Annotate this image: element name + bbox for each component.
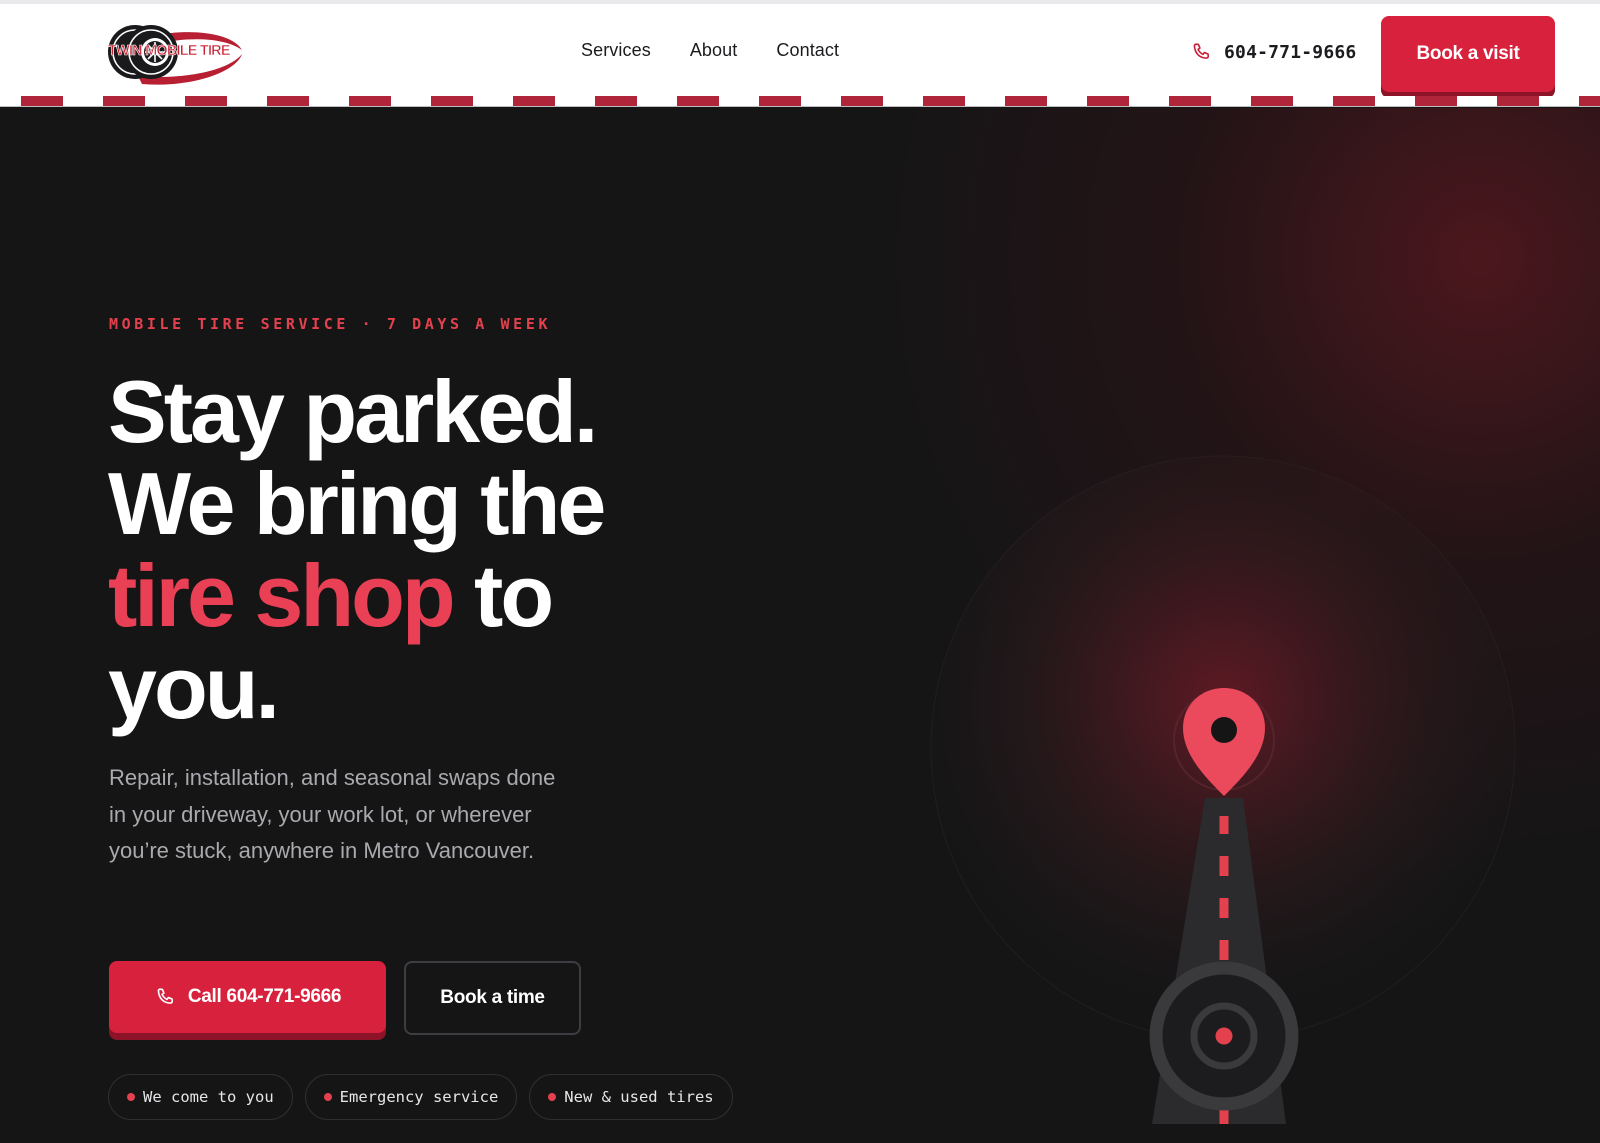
header-phone-link[interactable]: 604-771-9666: [1190, 41, 1356, 63]
hero-subtext: Repair, installation, and seasonal swaps…: [109, 765, 556, 863]
headline-line-3-rest: to: [452, 546, 554, 645]
checkered-divider: [0, 96, 1600, 107]
nav-link-contact[interactable]: Contact: [776, 40, 839, 61]
feature-pill-label: New & used tires: [564, 1088, 714, 1106]
hero-headline: Stay parked. We bring the tire shop to y…: [108, 366, 808, 734]
main-nav: Services About Contact: [581, 40, 839, 61]
nav-link-about[interactable]: About: [690, 40, 738, 61]
tire-icon: [1149, 961, 1299, 1111]
headline-line-4: you.: [108, 638, 280, 737]
call-button[interactable]: Call 604-771-9666: [109, 961, 386, 1033]
logo[interactable]: TWIN MOBILE TIRE: [108, 14, 250, 90]
hero-eyebrow: MOBILE TIRE SERVICE · 7 DAYS A WEEK: [109, 315, 552, 333]
bullet-dot-icon: [548, 1093, 557, 1101]
feature-pill: New & used tires: [529, 1074, 733, 1120]
headline-line-1: Stay parked.: [108, 362, 598, 461]
feature-pills: We come to you Emergency service New & u…: [108, 1074, 733, 1120]
feature-pill-label: Emergency service: [339, 1088, 499, 1106]
bullet-dot-icon: [127, 1093, 135, 1101]
feature-pill-label: We come to you: [143, 1088, 274, 1106]
phone-icon: [157, 988, 173, 1004]
feature-pill: Emergency service: [304, 1074, 518, 1120]
site-header: TWIN MOBILE TIRE Services About Contact …: [0, 0, 1600, 96]
headline-line-2: We bring the: [108, 454, 606, 553]
header-phone-number: 604-771-9666: [1224, 41, 1357, 63]
bullet-dot-icon: [323, 1093, 332, 1101]
book-time-button[interactable]: Book a time: [404, 961, 581, 1035]
phone-icon: [1193, 43, 1210, 59]
logo-text: TWIN MOBILE TIRE: [108, 43, 231, 60]
book-visit-button[interactable]: Book a visit: [1381, 16, 1555, 92]
call-button-label: Call 604-771-9666: [187, 986, 342, 1007]
headline-accent: tire shop: [108, 546, 456, 645]
nav-link-services[interactable]: Services: [581, 40, 651, 61]
feature-pill: We come to you: [108, 1074, 293, 1120]
hero-illustration: [930, 455, 1516, 1124]
hero-section: MOBILE TIRE SERVICE · 7 DAYS A WEEK Stay…: [0, 108, 1600, 1143]
